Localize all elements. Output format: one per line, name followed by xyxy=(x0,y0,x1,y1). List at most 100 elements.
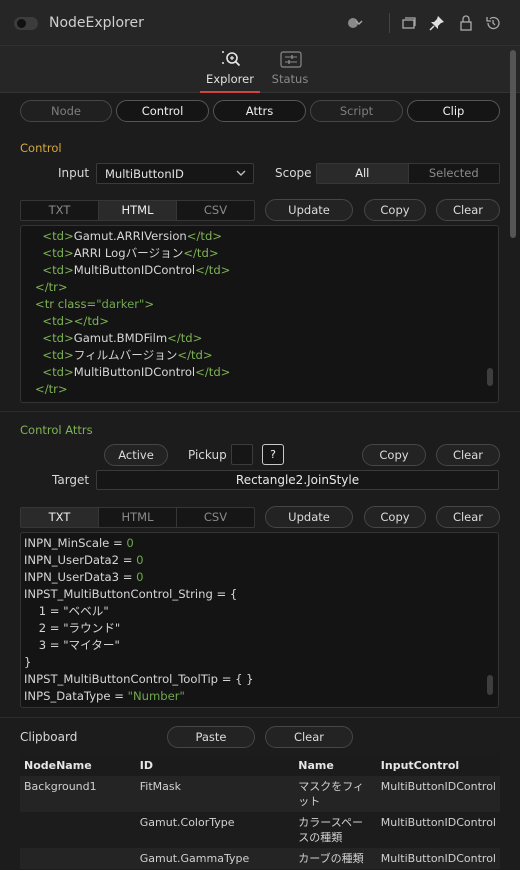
code-line: <td>Gamut.BMDFilm</td> xyxy=(35,330,202,347)
code-token: INPN_MinScale xyxy=(24,536,110,550)
table-row[interactable]: Gamut.GammaType カーブの種類 MultiButtonIDCont… xyxy=(20,848,500,869)
code-token: "darker" xyxy=(96,297,145,311)
title-bar: NodeExplorer xyxy=(0,0,520,46)
code-token: ARRI Logバージョン xyxy=(73,246,184,260)
code-token: Gamut.ARRIVersion xyxy=(73,229,187,243)
explorer-icon xyxy=(222,51,241,67)
mode-node-button[interactable]: Node xyxy=(20,100,112,122)
code-token: = xyxy=(119,553,137,567)
history-icon[interactable] xyxy=(484,14,502,32)
code-token: <td> xyxy=(35,229,74,243)
table-cell: FitMask xyxy=(135,776,295,812)
input-select[interactable]: MultiButtonID xyxy=(96,163,254,184)
table-cell: MultiButtonIDControl xyxy=(376,848,500,869)
code-token: > xyxy=(144,297,155,311)
format-html-option[interactable]: HTML xyxy=(99,201,177,220)
code-line: INPST_MultiButtonControl_String = { xyxy=(24,586,237,603)
attrs-format-html-option[interactable]: HTML xyxy=(99,508,177,527)
code-token: INPST_MultiButtonControl_ToolTip xyxy=(24,672,219,686)
code-token: = xyxy=(119,570,137,584)
code-token: </td> xyxy=(195,263,231,277)
mode-attrs-button[interactable]: Attrs xyxy=(213,100,306,122)
attrs-format-txt-option[interactable]: TXT xyxy=(21,508,99,527)
control-clear-button[interactable]: Clear xyxy=(436,199,500,221)
code-token: = xyxy=(110,689,128,703)
attrs-output-text[interactable]: INPN_MinScale = 0 INPN_UserData2 = 0 INPN_… xyxy=(20,532,499,708)
format-txt-option[interactable]: TXT xyxy=(21,201,99,220)
code-token: </td> xyxy=(183,246,219,260)
paste-button[interactable]: Paste xyxy=(167,726,255,748)
attrs-copy-button[interactable]: Copy xyxy=(362,444,426,466)
code-token: MultiButtonIDControl xyxy=(73,263,196,277)
chevron-down-icon xyxy=(235,166,247,183)
table-cell: カーブの種類 xyxy=(294,848,377,869)
window-icon[interactable] xyxy=(400,14,418,32)
active-button[interactable]: Active xyxy=(104,444,168,466)
table-row[interactable]: Background1 FitMask マスクをフィット MultiButton… xyxy=(20,776,500,812)
section-divider xyxy=(0,411,520,412)
pickup-swatch[interactable] xyxy=(231,444,253,465)
input-select-value: MultiButtonID xyxy=(105,167,184,181)
attrs-output-scrollbar[interactable] xyxy=(487,675,493,695)
control-format-toggle: TXT HTML CSV xyxy=(20,200,255,221)
scope-selected-option[interactable]: Selected xyxy=(409,164,500,183)
table-row[interactable]: Gamut.ColorType カラースペースの種類 MultiButtonID… xyxy=(20,812,500,848)
code-line: INPN_UserData2 = 0 xyxy=(24,552,144,569)
code-token: フィルムバージョン xyxy=(73,348,178,362)
scope-all-option[interactable]: All xyxy=(317,164,409,183)
main-tabs: Explorer Status xyxy=(0,46,520,93)
code-token: 3 = xyxy=(24,638,64,652)
code-line: INPN_UserData3 = 0 xyxy=(24,569,144,586)
active-tab-underline xyxy=(200,91,260,93)
code-token: "ベベル" xyxy=(63,604,109,618)
code-line: INPS_DataType = "Number" xyxy=(24,688,185,705)
attrs-clear2-button[interactable]: Clear xyxy=(436,506,500,528)
code-line: </tr> xyxy=(35,279,68,296)
mode-clip-button[interactable]: Clip xyxy=(407,100,500,122)
enable-toggle[interactable] xyxy=(14,17,38,30)
code-line: INPST_MultiButtonControl_ToolTip = { } xyxy=(24,671,254,688)
control-output-scrollbar[interactable] xyxy=(487,368,493,386)
color-dot-icon[interactable] xyxy=(346,14,364,32)
clipboard-table: NodeName ID Name InputControl Background… xyxy=(20,754,500,869)
code-token: 0 xyxy=(136,570,144,584)
tab-status[interactable]: Status xyxy=(266,46,314,93)
code-line: <td>MultiButtonIDControl</td> xyxy=(35,364,230,381)
target-label: Target xyxy=(52,473,90,487)
lock-icon[interactable] xyxy=(457,14,475,32)
code-token: </td> xyxy=(167,331,203,345)
control-output-text[interactable]: <td>Gamut.ARRIVersion</td> <td>ARRI Logバ… xyxy=(20,225,499,403)
mode-script-button[interactable]: Script xyxy=(310,100,403,122)
attrs-section-label: Control Attrs xyxy=(20,423,93,437)
tab-explorer[interactable]: Explorer xyxy=(200,46,260,93)
mode-control-button[interactable]: Control xyxy=(116,100,209,122)
code-line: 2 = "ラウンド" xyxy=(24,620,121,637)
panel-scrollbar[interactable] xyxy=(510,50,516,238)
code-token: } xyxy=(24,655,32,669)
table-cell: Gamut.GammaType xyxy=(135,848,295,869)
control-section-label: Control xyxy=(20,141,62,155)
attrs-clear-button[interactable]: Clear xyxy=(436,444,500,466)
code-token: INPS_DataType xyxy=(24,689,111,703)
attrs-update-button[interactable]: Update xyxy=(265,506,353,528)
code-token: <tr class= xyxy=(35,297,97,311)
code-line: <td>フィルムバージョン</td> xyxy=(35,347,212,364)
code-token: <td> xyxy=(35,263,74,277)
table-cell: カラースペースの種類 xyxy=(294,812,377,848)
table-cell: Gamut.ColorType xyxy=(135,812,295,848)
attrs-copy2-button[interactable]: Copy xyxy=(364,506,426,528)
help-button[interactable]: ? xyxy=(262,444,284,465)
code-token: </td> xyxy=(186,229,223,243)
control-copy-button[interactable]: Copy xyxy=(364,199,426,221)
table-cell: MultiButtonIDControl xyxy=(376,776,500,812)
clipboard-clear-button[interactable]: Clear xyxy=(265,726,353,748)
target-field[interactable]: Rectangle2.JoinStyle xyxy=(96,470,499,490)
attrs-format-csv-option[interactable]: CSV xyxy=(177,508,254,527)
pin-icon[interactable] xyxy=(428,14,446,32)
format-csv-option[interactable]: CSV xyxy=(177,201,254,220)
control-update-button[interactable]: Update xyxy=(265,199,353,221)
table-cell: MultiButtonIDControl xyxy=(376,812,500,848)
code-token: Gamut.BMDFilm xyxy=(73,331,168,345)
code-line: <tr class="darker"> xyxy=(35,296,154,313)
table-cell: マスクをフィット xyxy=(294,776,377,812)
